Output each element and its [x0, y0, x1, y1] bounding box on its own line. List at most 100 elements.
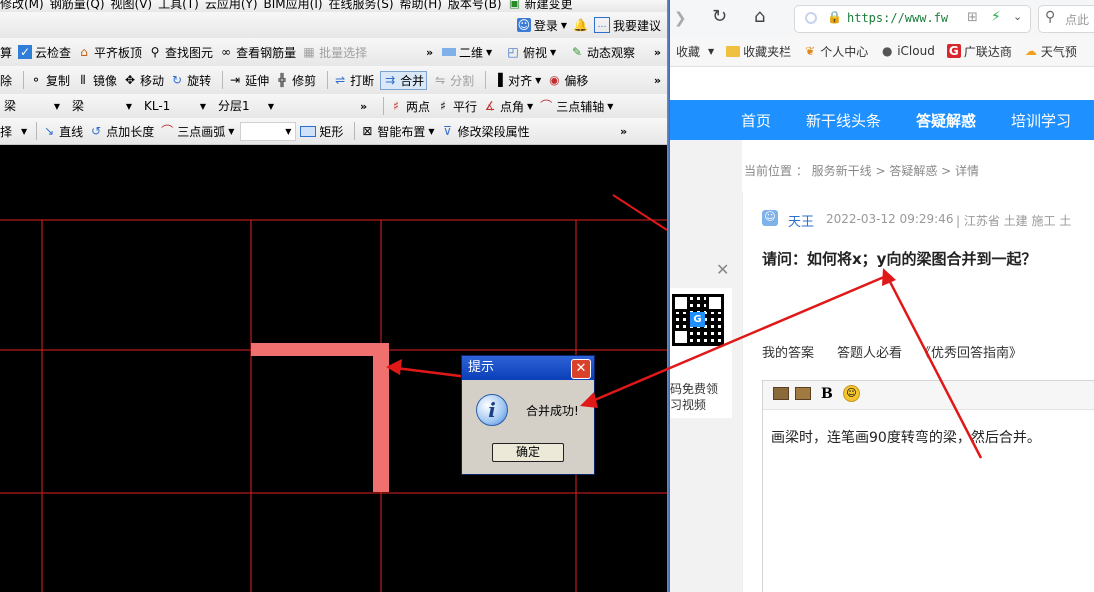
- layer-dropdown[interactable]: 分层1 ▼: [214, 98, 278, 115]
- two-point-axis-button[interactable]: ♯ 两点: [389, 98, 430, 115]
- overflow-chevron-icon[interactable]: »: [426, 46, 433, 59]
- find-element-button[interactable]: ⚲ 查找图元: [148, 44, 213, 61]
- cloud-check-button[interactable]: ✓ 云检查: [18, 44, 71, 61]
- menu-item[interactable]: 视图(V): [111, 0, 153, 12]
- rotate-button[interactable]: ↻ 旋转: [170, 72, 211, 89]
- copy-button[interactable]: ⚬ 复制: [29, 72, 70, 89]
- align-slab-top-button[interactable]: ⌂ 平齐板顶: [77, 44, 142, 61]
- bookmark-glodon[interactable]: G 广联达商: [946, 43, 1012, 60]
- qr-caption-line-2: 习视频: [670, 398, 707, 412]
- bookmark-folder[interactable]: 收藏夹栏: [726, 43, 791, 60]
- arc-option-dropdown[interactable]: ▼: [240, 121, 297, 141]
- 2d-dropdown[interactable]: 二维 ▼: [442, 44, 492, 61]
- tab-must-read[interactable]: 答题人必看: [837, 342, 902, 361]
- element-name-value: KL-1: [144, 98, 171, 113]
- rectangle-button[interactable]: 矩形: [300, 123, 343, 140]
- segment-icon: ⊽: [443, 124, 452, 138]
- three-point-axis-button[interactable]: ⌒ 三点辅轴 ▼: [539, 98, 613, 115]
- toolbar-item-calc[interactable]: 算: [0, 44, 12, 61]
- break-button[interactable]: ⇌ 打断: [333, 72, 374, 89]
- refresh-icon[interactable]: ↻: [712, 6, 727, 27]
- tab-my-answer[interactable]: 我的答案: [762, 342, 814, 361]
- top-view-dropdown[interactable]: ◰ 俯视 ▼: [506, 44, 556, 61]
- three-point-arc-button[interactable]: ⌒ 三点画弧 ▼: [160, 123, 234, 140]
- menu-item[interactable]: 云应用(Y): [205, 0, 258, 12]
- trim-button[interactable]: ╬ 修剪: [275, 72, 316, 89]
- qr-finder: [706, 294, 724, 312]
- lightning-icon[interactable]: ⚡: [991, 9, 1001, 25]
- move-button[interactable]: ✥ 移动: [123, 72, 164, 89]
- split-button[interactable]: ⇋ 分割: [433, 72, 474, 89]
- nav-headlines[interactable]: 新干线头条: [806, 110, 881, 131]
- home-icon[interactable]: ⌂: [754, 6, 765, 27]
- menu-item[interactable]: 修改(M): [0, 0, 44, 12]
- nav-training[interactable]: 培训学习: [1011, 110, 1071, 131]
- batch-select-button[interactable]: ▦ 批量选择: [302, 44, 367, 61]
- bold-button[interactable]: B: [821, 386, 833, 402]
- orbit-button[interactable]: ✎ 动态观察: [570, 44, 635, 61]
- menu-item[interactable]: 帮助(H): [400, 0, 442, 12]
- glodon-icon: G: [946, 44, 961, 58]
- menu-item[interactable]: 工具(T): [158, 0, 199, 12]
- ok-button[interactable]: 确定: [492, 443, 564, 462]
- bookmark-label: 个人中心: [820, 44, 869, 59]
- bookmark-personal-center[interactable]: ❦ 个人中心: [803, 43, 868, 60]
- menu-item-new-change[interactable]: ▣ 新建变更: [508, 0, 573, 12]
- editor-toolbar: B ☺: [763, 381, 1094, 410]
- author-name[interactable]: 天王: [788, 211, 814, 230]
- overflow-chevron-icon[interactable]: »: [654, 46, 661, 59]
- image-icon[interactable]: [773, 387, 789, 400]
- element-name-dropdown[interactable]: KL-1 ▼: [140, 98, 210, 115]
- rotate-label: 旋转: [187, 73, 212, 88]
- point-angle-button[interactable]: ∡ 点角 ▼: [483, 98, 534, 115]
- emoji-icon[interactable]: ☺: [843, 385, 860, 402]
- chevron-down-icon[interactable]: ⌄: [1013, 10, 1022, 23]
- chevron-down-icon: ▼: [285, 126, 292, 136]
- qr-promo-panel: G 码免费领 习视频: [670, 288, 732, 418]
- bookmark-weather[interactable]: ☁ 天气预: [1024, 43, 1077, 60]
- merge-button[interactable]: ⇉ 合并: [380, 70, 428, 90]
- parallel-axis-button[interactable]: ♯ 平行: [436, 98, 477, 115]
- back-icon[interactable]: ❯: [674, 9, 687, 27]
- answer-editor[interactable]: B ☺ 画梁时，连笔画90度转弯的梁，然后合并。: [762, 380, 1094, 592]
- type-dropdown[interactable]: 梁 ▼: [68, 98, 136, 115]
- menu-item[interactable]: 版本号(B): [448, 0, 502, 12]
- close-icon[interactable]: ✕: [571, 359, 591, 379]
- bookmark-icloud[interactable]: ● iCloud: [880, 44, 935, 58]
- tab-answer-guide[interactable]: 《优秀回答指南》: [918, 342, 1022, 361]
- 2d-icon: [442, 48, 456, 56]
- upload-image-icon[interactable]: [795, 387, 811, 400]
- overflow-chevron-icon[interactable]: »: [620, 125, 627, 138]
- bookmark-favorites[interactable]: 收藏 ▼: [676, 43, 714, 60]
- view-rebar-button[interactable]: ∞ 查看钢筋量: [219, 44, 296, 61]
- grid-icon[interactable]: ⊞: [967, 10, 978, 25]
- toolbar-item-select[interactable]: 择: [0, 123, 12, 140]
- menu-item[interactable]: 钢筋量(Q): [50, 0, 105, 12]
- extend-button[interactable]: ⇥ 延伸: [228, 72, 269, 89]
- toolbar-item-delete[interactable]: 除: [0, 72, 12, 89]
- divider: [354, 122, 356, 140]
- align-dropdown[interactable]: ▐ 对齐 ▼: [491, 72, 542, 89]
- mirror-button[interactable]: ⫴ 镜像: [76, 72, 118, 89]
- check-icon: ✓: [18, 45, 33, 59]
- suggest-button[interactable]: … 我要建议: [593, 17, 661, 34]
- close-icon[interactable]: ✕: [716, 260, 729, 279]
- nav-home[interactable]: 首页: [741, 110, 771, 131]
- page-top-area: [670, 67, 1094, 100]
- line-button[interactable]: ↘ 直线: [42, 123, 83, 140]
- qr-caption-line-1: 码免费领: [670, 382, 719, 396]
- url-field[interactable]: 🔒 https://www.fw ⊞ ⚡ ⌄: [794, 5, 1031, 33]
- search-field[interactable]: ⚲ 点此: [1038, 5, 1094, 33]
- overflow-chevron-icon[interactable]: »: [360, 100, 367, 113]
- category-dropdown[interactable]: 梁 ▼: [0, 98, 64, 115]
- menu-item[interactable]: BIM应用(I): [264, 0, 323, 12]
- login-button[interactable]: ☺ 登录 ▼: [516, 17, 567, 34]
- bell-icon[interactable]: 🔔: [573, 18, 588, 32]
- overflow-chevron-icon[interactable]: »: [654, 74, 661, 87]
- offset-button[interactable]: ◉ 偏移: [547, 72, 588, 89]
- point-length-button[interactable]: ↺ 点加长度: [89, 123, 154, 140]
- menu-item[interactable]: 在线服务(S): [329, 0, 394, 12]
- nav-qa[interactable]: 答疑解惑: [916, 110, 976, 131]
- modify-segment-button[interactable]: ⊽ 修改梁段属性: [441, 123, 529, 140]
- smart-layout-dropdown[interactable]: ⊠ 智能布置 ▼: [360, 123, 434, 140]
